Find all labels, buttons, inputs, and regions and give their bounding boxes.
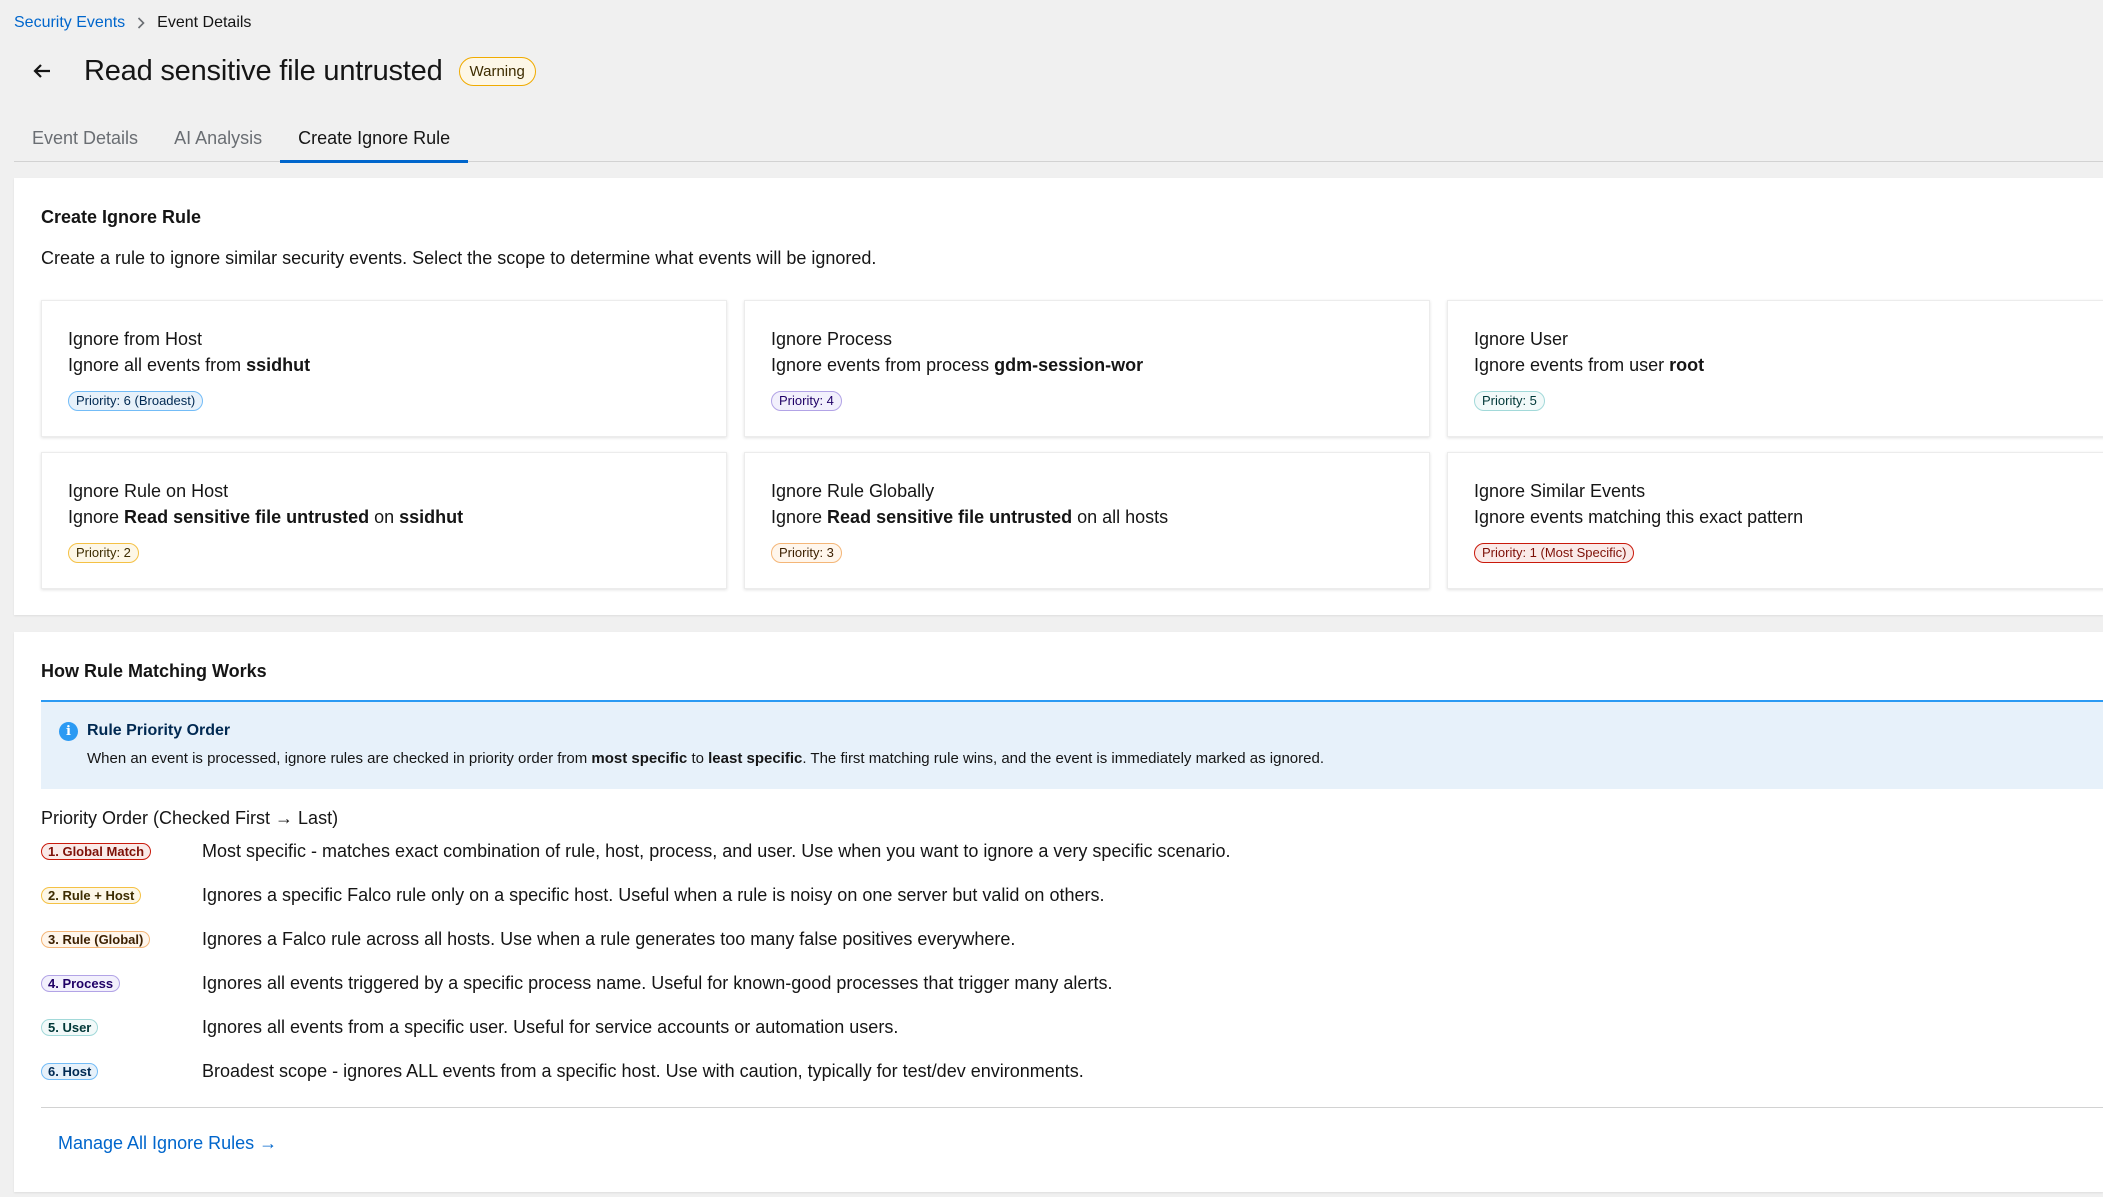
alert-body: When an event is processed, ignore rules… — [87, 750, 1324, 767]
page-title: Read sensitive file untrusted — [84, 54, 443, 87]
section-title: Create Ignore Rule — [41, 207, 202, 227]
card-description: Ignore events from process gdm-session-w… — [771, 355, 1144, 375]
rule-matching-panel: How Rule Matching Works i Rule Priority … — [14, 632, 2103, 1192]
back-arrow-icon[interactable] — [28, 57, 56, 85]
priority-order-item: 5. User Ignores all events from a specifi… — [41, 1015, 2091, 1039]
priority-description: Broadest scope - ignores ALL events from… — [202, 1060, 1084, 1081]
priority-badge: Priority: 3 — [771, 543, 842, 563]
tabs: Event Details AI Analysis Create Ignore … — [14, 120, 2103, 163]
priority-description: Ignores a specific Falco rule only on a … — [202, 884, 1105, 905]
priority-level-badge: 1. Global Match — [41, 842, 152, 860]
create-ignore-rule-panel: Create Ignore Rule Create a rule to igno… — [14, 178, 2103, 615]
tab-event-details[interactable]: Event Details — [14, 120, 156, 162]
info-icon: i — [59, 722, 78, 741]
priority-order-item: 6. Host Broadest scope - ignores ALL even… — [41, 1059, 2091, 1083]
priority-order-item: 3. Rule (Global) Ignores a Falco rule acr… — [41, 927, 2091, 951]
card-title: Ignore Process — [771, 329, 893, 349]
priority-order-item: 1. Global Match Most specific - matches e… — [41, 839, 2091, 863]
tab-create-ignore-rule[interactable]: Create Ignore Rule — [280, 120, 469, 163]
section-title: How Rule Matching Works — [41, 661, 267, 681]
priority-order-heading: Priority Order (Checked First → Last) — [41, 808, 339, 828]
card-description: Ignore Read sensitive file untrusted on … — [68, 507, 464, 527]
priority-level-badge: 6. Host — [41, 1062, 99, 1080]
priority-badge: Priority: 5 — [1474, 391, 1545, 411]
priority-description: Ignores all events triggered by a specif… — [202, 972, 1113, 993]
ignore-option-card-rule-on-host[interactable]: Ignore Rule on Host Ignore Read sensitive… — [41, 452, 727, 589]
card-description: Ignore events from user root — [1474, 355, 1705, 375]
ignore-option-card-rule-globally[interactable]: Ignore Rule Globally Ignore Read sensitiv… — [744, 452, 1430, 589]
card-title: Ignore Similar Events — [1474, 481, 1646, 501]
ignore-option-card-similar-events[interactable]: Ignore Similar Events Ignore events match… — [1447, 452, 2103, 589]
divider — [41, 1107, 2103, 1108]
breadcrumb-current: Event Details — [157, 14, 252, 31]
ignore-option-card-user[interactable]: Ignore User Ignore events from user root P… — [1447, 300, 2103, 437]
card-title: Ignore Rule on Host — [68, 481, 229, 501]
tab-ai-analysis[interactable]: AI Analysis — [156, 120, 280, 162]
card-description: Ignore events matching this exact patter… — [1474, 507, 1804, 527]
priority-badge: Priority: 1 (Most Specific) — [1474, 543, 1635, 563]
ignore-option-card-host[interactable]: Ignore from Host Ignore all events from s… — [41, 300, 727, 437]
priority-description: Ignores a Falco rule across all hosts. U… — [202, 928, 1016, 949]
card-title: Ignore User — [1474, 329, 1569, 349]
priority-badge: Priority: 4 — [771, 391, 842, 411]
priority-order-item: 2. Rule + Host Ignores a specific Falco r… — [41, 883, 2091, 907]
info-alert: i Rule Priority Order When an event is p… — [41, 700, 2103, 789]
chevron-right-icon — [137, 17, 145, 29]
priority-badge: Priority: 2 — [68, 543, 139, 563]
priority-description: Most specific - matches exact combinatio… — [202, 840, 1231, 861]
page-header: Read sensitive file untrusted Warning — [28, 52, 536, 90]
priority-level-badge: 5. User — [41, 1018, 99, 1036]
section-description: Create a rule to ignore similar security… — [41, 248, 877, 268]
alert-title: Rule Priority Order — [87, 722, 231, 739]
priority-level-badge: 3. Rule (Global) — [41, 930, 151, 948]
card-description: Ignore all events from ssidhut — [68, 355, 311, 375]
card-title: Ignore Rule Globally — [771, 481, 935, 501]
priority-level-badge: 2. Rule + Host — [41, 886, 142, 904]
priority-badge: Priority: 6 (Broadest) — [68, 391, 204, 411]
severity-badge: Warning — [458, 56, 536, 86]
ignore-option-card-process[interactable]: Ignore Process Ignore events from process… — [744, 300, 1430, 437]
breadcrumb: Security Events Event Details — [14, 14, 251, 32]
breadcrumb-link-security-events[interactable]: Security Events — [14, 14, 125, 32]
card-description: Ignore Read sensitive file untrusted on … — [771, 507, 1169, 527]
priority-level-badge: 4. Process — [41, 974, 121, 992]
priority-order-item: 4. Process Ignores all events triggered b… — [41, 971, 2091, 995]
priority-description: Ignores all events from a specific user.… — [202, 1016, 899, 1037]
card-title: Ignore from Host — [68, 329, 203, 349]
manage-ignore-rules-link[interactable]: Manage All Ignore Rules → — [58, 1133, 277, 1154]
